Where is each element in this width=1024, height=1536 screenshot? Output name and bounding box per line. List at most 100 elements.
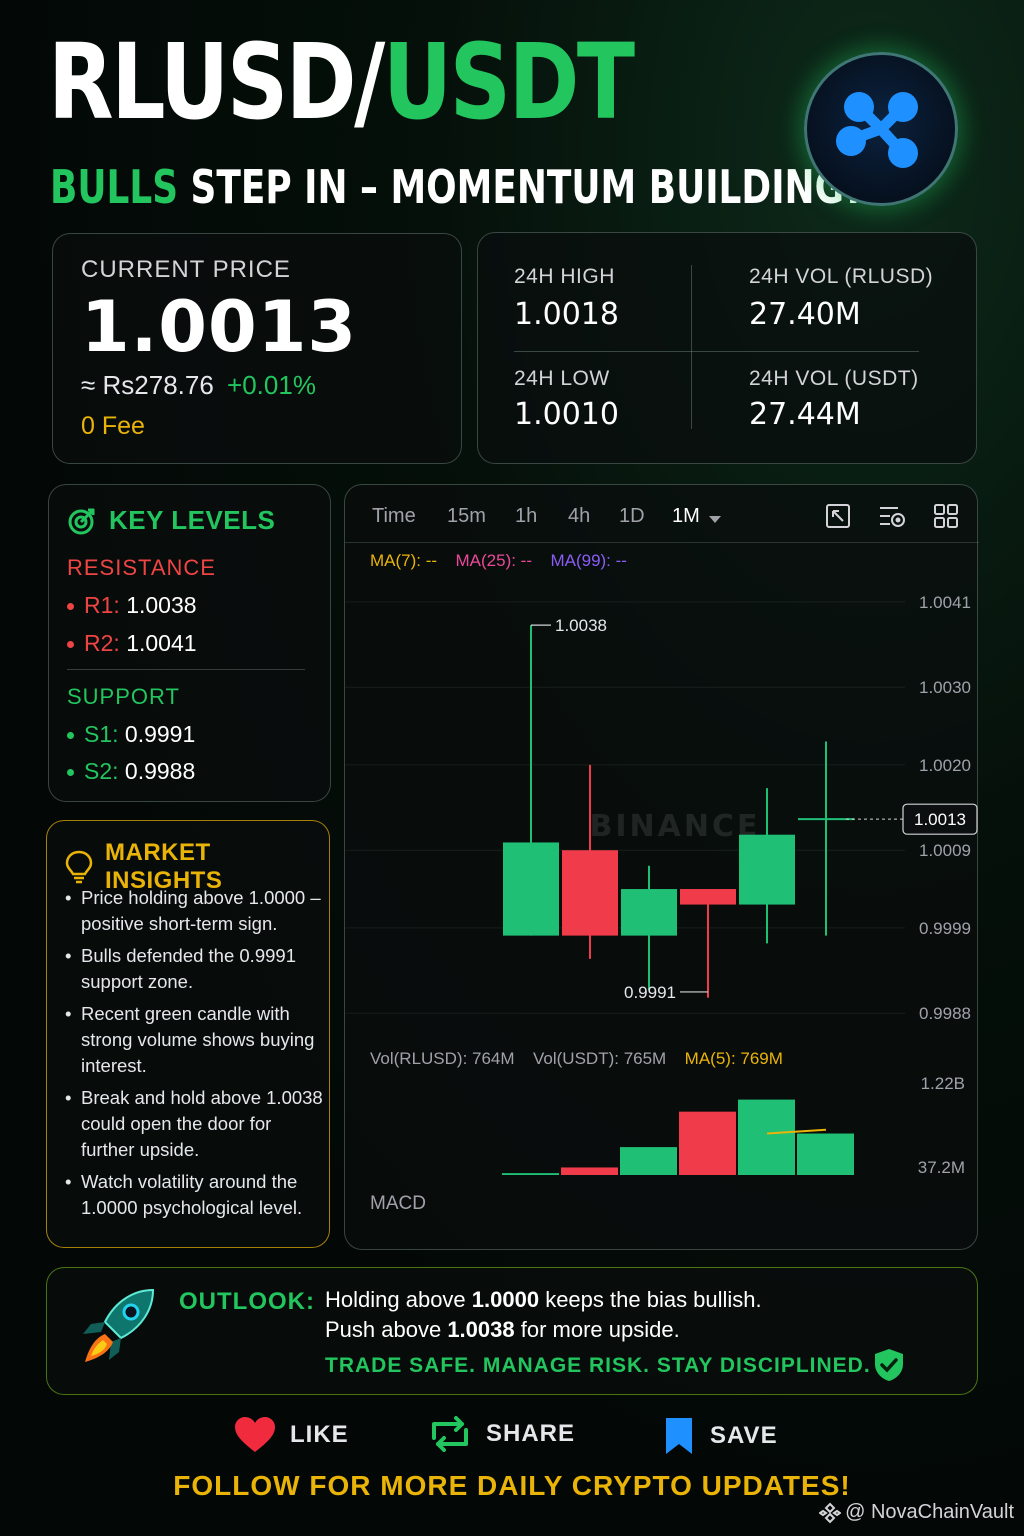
insights-list: Price holding above 1.0000 – positive sh…	[65, 885, 327, 1227]
r1-key: R1:	[84, 592, 120, 618]
chevron-down-icon[interactable]	[708, 511, 722, 529]
outlook-line-2-tail: for more upside.	[514, 1317, 680, 1342]
save-button[interactable]: SAVE	[664, 1416, 778, 1456]
subtitle-highlight: BULLS	[50, 160, 179, 214]
market-insights-card: MARKET INSIGHTS Price holding above 1.00…	[46, 820, 330, 1248]
list-item: Recent green candle with strong volume s…	[65, 1001, 327, 1079]
like-label: LIKE	[290, 1421, 349, 1448]
current-price-label: CURRENT PRICE	[81, 256, 291, 283]
high-annotation-label: 1.0038	[555, 616, 607, 635]
volume-chart: 1.22B 37.2M	[502, 1074, 965, 1177]
share-label: SHARE	[486, 1420, 576, 1447]
stat-24h-high-label: 24H HIGH	[514, 265, 615, 288]
candle-body	[680, 889, 736, 905]
s1-value: 0.9991	[124, 721, 196, 747]
heart-icon	[234, 1416, 276, 1454]
target-icon	[67, 506, 97, 536]
y-tick-label: 0.9999	[919, 919, 971, 938]
outlook-line-2-text: Push above	[325, 1317, 448, 1342]
y-tick-label: 1.0009	[919, 841, 971, 860]
list-item: Price holding above 1.0000 – positive sh…	[65, 885, 327, 937]
volume-bar	[797, 1133, 854, 1175]
fee-label: 0 Fee	[81, 412, 145, 440]
outlook-level-2: 1.0038	[447, 1317, 515, 1342]
candle-body	[503, 842, 559, 936]
s2-value: 0.9988	[124, 758, 196, 784]
stat-24h-low-label: 24H LOW	[514, 367, 610, 390]
tab-time[interactable]: Time	[372, 505, 416, 528]
macd-label: MACD	[370, 1193, 426, 1214]
outlook-line-2: Push above 1.0038 for more upside.	[325, 1315, 680, 1345]
y-tick-label: 1.0041	[919, 593, 971, 612]
levels-divider	[67, 669, 305, 670]
binance-watermark: BINANCE	[590, 809, 761, 844]
stat-24h-vol-quote-label: 24H VOL (USDT)	[749, 367, 919, 390]
volume-bar	[561, 1167, 618, 1175]
current-price-value: 1.0013	[81, 286, 358, 368]
indicator-settings-icon[interactable]	[878, 503, 906, 534]
r2-value: 1.0041	[126, 630, 197, 656]
stats-horizontal-divider	[514, 351, 919, 352]
save-label: SAVE	[710, 1422, 778, 1449]
tab-15m[interactable]: 15m	[447, 505, 486, 528]
title-quote-pair: USDT	[382, 21, 635, 143]
support-s2-row: S2: 0.9988	[67, 758, 195, 785]
lightbulb-icon	[65, 850, 93, 884]
xrp-logo-icon	[804, 52, 958, 206]
stats-vertical-divider	[691, 265, 692, 429]
market-stats-card: 24H HIGH 1.0018 24H VOL (RLUSD) 27.40M 2…	[477, 232, 977, 464]
repost-icon	[428, 1416, 472, 1452]
author-watermark: @ NovaChainVault	[819, 1501, 1014, 1524]
grid-layout-icon[interactable]	[933, 503, 959, 534]
share-button[interactable]: SHARE	[428, 1416, 575, 1452]
candle-body	[739, 834, 795, 905]
outlook-line-1-tail: keeps the bias bullish.	[539, 1287, 762, 1312]
key-levels-header: KEY LEVELS	[67, 505, 275, 536]
s2-bullet	[67, 769, 74, 777]
expand-icon[interactable]	[825, 503, 851, 534]
bookmark-icon	[664, 1416, 694, 1456]
stat-24h-high-value: 1.0018	[514, 297, 619, 332]
s2-key: S2:	[84, 758, 119, 784]
price-change-badge: +0.01%	[227, 370, 316, 400]
page-subtitle: BULLS STEP IN – MOMENTUM BUILDING?	[50, 160, 865, 214]
price-fiat-value: ≈ Rs278.76	[81, 370, 214, 400]
subtitle-rest: STEP IN – MOMENTUM BUILDING?	[178, 160, 865, 214]
volume-bar	[738, 1099, 795, 1175]
candle-body	[621, 889, 677, 936]
like-button[interactable]: LIKE	[234, 1416, 349, 1454]
tab-1h[interactable]: 1h	[515, 505, 537, 528]
stat-24h-vol-base-label: 24H VOL (RLUSD)	[749, 265, 934, 288]
current-price-label: 1.0013	[914, 810, 966, 829]
tab-1d[interactable]: 1D	[619, 505, 645, 528]
y-tick-label: 1.0030	[919, 678, 971, 697]
price-chart-panel: Time 15m 1h 4h 1D 1M MA(7): -- MA(25): -…	[344, 484, 979, 1250]
stat-24h-low-value: 1.0010	[514, 397, 619, 432]
s1-bullet	[67, 732, 74, 740]
list-item: Watch volatility around the 1.0000 psych…	[65, 1169, 327, 1221]
r1-bullet	[67, 603, 74, 611]
candlestick-chart: BINANCE 1.0038 0.9991 1.0013 1.0041 1.0030 1…	[345, 593, 978, 1023]
author-handle: @ NovaChainVault	[845, 1501, 1014, 1523]
title-base-pair: RLUSD/	[48, 21, 385, 143]
volume-y-tick-label: 1.22B	[921, 1074, 965, 1093]
volume-bar	[620, 1147, 677, 1175]
list-item: Bulls defended the 0.9991 support zone.	[65, 943, 327, 995]
r1-value: 1.0038	[126, 592, 197, 618]
current-price-card: CURRENT PRICE 1.0013 ≈ Rs278.76 +0.01% 0…	[52, 233, 462, 464]
support-label: SUPPORT	[67, 684, 180, 709]
tab-4h[interactable]: 4h	[568, 505, 590, 528]
key-levels-title: KEY LEVELS	[109, 505, 276, 535]
stat-24h-vol-quote-value: 27.44M	[749, 397, 861, 432]
low-annotation-label: 0.9991	[624, 983, 676, 1002]
chart-toolbar: Time 15m 1h 4h 1D 1M	[345, 485, 979, 543]
rocket-icon	[75, 1284, 159, 1373]
tab-1m[interactable]: 1M	[672, 505, 700, 528]
resistance-r1-row: R1: 1.0038	[67, 592, 197, 619]
y-tick-label: 0.9988	[919, 1004, 971, 1023]
outlook-level-1: 1.0000	[471, 1287, 540, 1312]
resistance-label: RESISTANCE	[67, 555, 216, 580]
outlook-tagline: TRADE SAFE. MANAGE RISK. STAY DISCIPLINE…	[325, 1354, 871, 1377]
support-s1-row: S1: 0.9991	[67, 721, 195, 748]
outlook-label: OUTLOOK:	[179, 1288, 315, 1315]
